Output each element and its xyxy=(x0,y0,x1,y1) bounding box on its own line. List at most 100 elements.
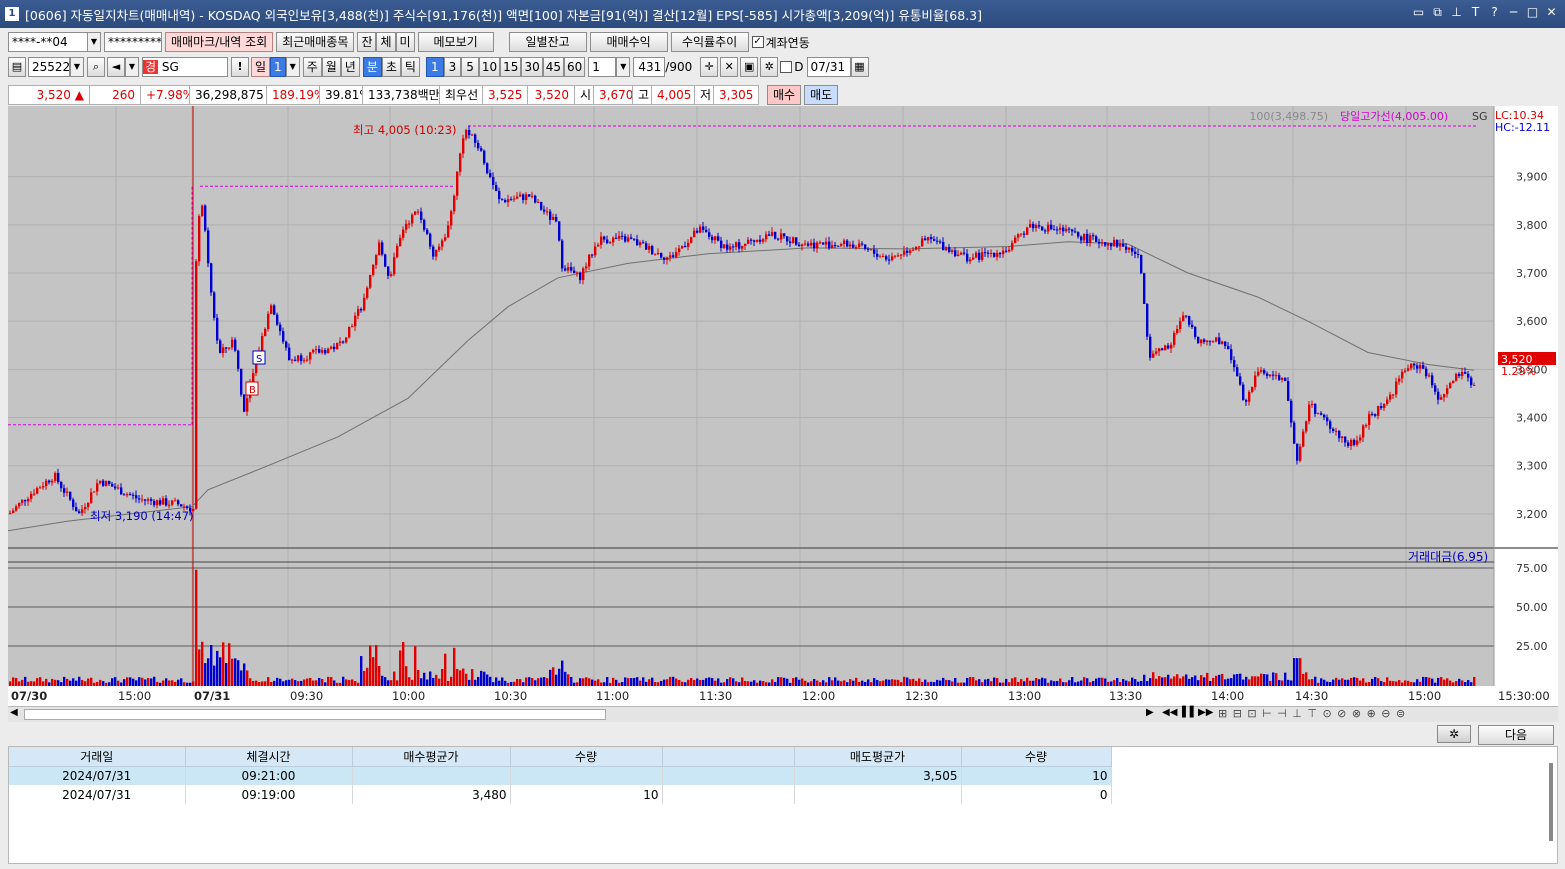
volume-bar xyxy=(1218,674,1221,686)
scroll-left-icon[interactable]: ◀ xyxy=(10,707,18,718)
interval-3[interactable]: 3 xyxy=(443,57,462,77)
candle-body xyxy=(1359,437,1362,441)
cursor-tool-icon[interactable]: ✛ xyxy=(700,57,719,77)
account-select[interactable]: ****-**04 xyxy=(8,32,88,52)
tile-icon[interactable]: ▭ xyxy=(1411,5,1426,20)
crosshair-icon[interactable]: ✕ xyxy=(720,57,739,77)
daily-balance-button[interactable]: 일별잔고 xyxy=(508,32,587,52)
volume-bar xyxy=(510,681,513,686)
candle-body xyxy=(1407,368,1410,371)
help-icon[interactable]: ? xyxy=(1487,5,1502,20)
candle-body xyxy=(771,231,774,236)
period-week[interactable]: 주 xyxy=(302,57,322,77)
trade-mark-button[interactable]: 매매마크/내역 조회 xyxy=(165,32,274,52)
period-month[interactable]: 월 xyxy=(321,57,341,77)
volume-bar xyxy=(840,681,843,686)
table-row[interactable]: 2024/07/31 09:19:00 3,480 10 0 xyxy=(9,785,1112,804)
calendar-icon[interactable]: ▦ xyxy=(850,57,869,77)
minimize-icon[interactable]: ─ xyxy=(1506,5,1521,20)
stock-code-input[interactable]: 255220 xyxy=(28,57,70,77)
volume-bar xyxy=(1032,680,1035,686)
interval-10[interactable]: 10 xyxy=(478,57,501,77)
chevron-down-icon[interactable]: ▼ xyxy=(285,57,300,77)
save-icon[interactable]: ▣ xyxy=(740,57,759,77)
chevron-down-icon[interactable]: ▼ xyxy=(87,32,101,52)
candle-body xyxy=(303,360,306,362)
next-button[interactable]: 다음 xyxy=(1478,725,1554,745)
count-input[interactable]: 431 xyxy=(633,57,666,77)
memo-button[interactable]: 메모보기 xyxy=(417,32,494,52)
volume-bar xyxy=(147,678,150,686)
scroll-right-icon[interactable]: ▶ xyxy=(1146,707,1154,718)
candle-body xyxy=(1188,315,1191,325)
volume-bar xyxy=(1230,678,1233,686)
link-icon[interactable]: ⧉ xyxy=(1430,5,1445,20)
sell-button[interactable]: 매도 xyxy=(804,85,839,105)
return-trend-button[interactable]: 수익률추이 xyxy=(670,32,749,52)
date-input[interactable]: 07/31 xyxy=(806,57,851,77)
recent-stocks-button[interactable]: 최근매매종목 xyxy=(276,32,355,52)
checkbox-account-link[interactable]: ✓ xyxy=(751,36,764,48)
table-row[interactable]: 2024/07/31 09:21:00 3,505 10 xyxy=(9,766,1112,785)
table-scrollbar[interactable] xyxy=(1549,763,1553,841)
volume-bar xyxy=(1071,677,1074,686)
interval-45[interactable]: 45 xyxy=(542,57,565,77)
drawing-tools-icon[interactable]: ⊞ ⊟ ⊡ ⊢ ⊣ ⊥ ⊤ ⊙ ⊘ ⊗ ⊕ ⊖ ⊜ xyxy=(1218,707,1406,720)
nav-last-icon[interactable]: ▶▶ xyxy=(1198,707,1213,718)
candle-body xyxy=(96,483,99,492)
trade-amount: 133,738백만 xyxy=(362,85,440,105)
period-day[interactable]: 일 xyxy=(251,57,271,77)
chart-scrollbar[interactable]: ◀ ▶ ◀◀ ▌▌ ▶▶ ⊞ ⊟ ⊡ ⊢ ⊣ ⊥ ⊤ ⊙ ⊘ ⊗ ⊕ ⊖ ⊜ xyxy=(8,706,1558,722)
trade-profit-button[interactable]: 매매수익 xyxy=(589,32,668,52)
price-tick-label: 3,900 xyxy=(1516,171,1548,184)
period-year[interactable]: 년 xyxy=(340,57,360,77)
scroll-thumb[interactable] xyxy=(24,709,606,720)
custom-interval-input[interactable]: 1 xyxy=(588,57,617,77)
period-second[interactable]: 초 xyxy=(381,57,401,77)
alert-icon[interactable]: ! xyxy=(231,57,249,77)
period-minute[interactable]: 분 xyxy=(362,57,382,77)
volume-bar xyxy=(1305,672,1308,686)
volume-bar xyxy=(213,665,216,686)
speaker-icon[interactable]: ◄ xyxy=(107,57,125,77)
buy-button[interactable]: 매수 xyxy=(767,85,802,105)
interval-5[interactable]: 5 xyxy=(461,57,479,77)
font-icon[interactable]: T xyxy=(1468,5,1483,20)
volume-bar xyxy=(411,679,414,686)
chevron-down-icon[interactable]: ▼ xyxy=(70,57,84,77)
code-list-icon[interactable]: ▤ xyxy=(8,57,26,77)
price-chart[interactable]: 3,9003,8003,7003,6003,5003,4003,3003,200… xyxy=(8,106,1558,706)
password-field[interactable]: ********* xyxy=(104,32,162,52)
candle-body xyxy=(789,241,792,243)
nav-first-icon[interactable]: ◀◀ xyxy=(1162,707,1177,718)
checkbox-d[interactable] xyxy=(780,61,793,73)
volume-bar xyxy=(402,642,405,686)
nav-pause-icon[interactable]: ▌▌ xyxy=(1182,707,1197,718)
period-day-num[interactable]: 1 xyxy=(270,57,286,77)
volume-bar xyxy=(915,680,918,686)
maximize-icon[interactable]: □ xyxy=(1525,5,1540,20)
stock-name-field[interactable]: 경 SG xyxy=(142,57,228,77)
interval-30[interactable]: 30 xyxy=(521,57,543,77)
volume-bar xyxy=(372,657,375,686)
best-ask: 3,525 xyxy=(482,85,528,105)
candle-body xyxy=(267,313,270,329)
candle-body xyxy=(636,239,639,246)
time-tick-label: 09:30 xyxy=(290,689,323,703)
settings-icon[interactable]: ✲ xyxy=(1437,725,1471,743)
chevron-down-icon[interactable]: ▼ xyxy=(616,57,631,77)
tab-jan[interactable]: 잔 xyxy=(357,32,377,52)
search-icon[interactable]: ⌕ xyxy=(87,57,105,77)
candle-body xyxy=(354,315,357,327)
chevron-down-icon[interactable]: ▼ xyxy=(125,57,139,77)
period-tick[interactable]: 틱 xyxy=(400,57,420,77)
interval-15[interactable]: 15 xyxy=(500,57,522,77)
gear-icon[interactable]: ✲ xyxy=(760,57,779,77)
interval-60[interactable]: 60 xyxy=(564,57,586,77)
tab-mi[interactable]: 미 xyxy=(395,32,415,52)
pin-icon[interactable]: ⊥ xyxy=(1449,5,1464,20)
close-icon[interactable]: ✕ xyxy=(1544,5,1559,20)
interval-1[interactable]: 1 xyxy=(425,57,444,77)
chart-area[interactable]: 3,900 3,800 3,700 3,600 3,500 3,400 3,300 3,200… xyxy=(8,106,1558,706)
tab-che[interactable]: 체 xyxy=(376,32,396,52)
